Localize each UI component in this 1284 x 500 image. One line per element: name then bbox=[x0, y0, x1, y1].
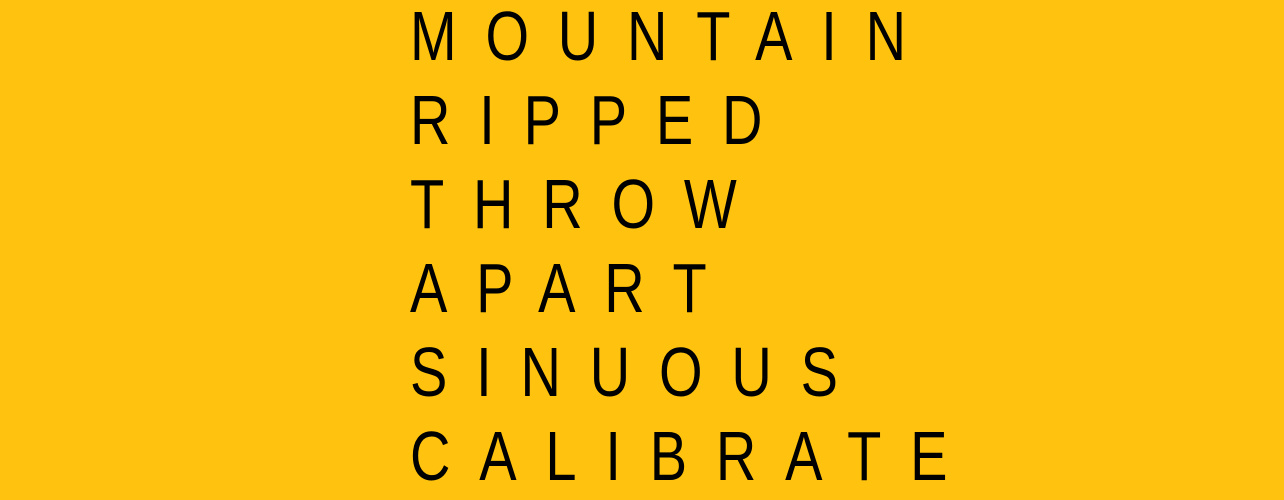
word-5: SINUOUS bbox=[410, 333, 867, 411]
word-1: MOUNTAIN bbox=[410, 0, 935, 75]
word-2: RIPPED bbox=[410, 81, 792, 159]
word-3: THROW bbox=[410, 165, 766, 243]
word-4: APART bbox=[410, 249, 736, 327]
word-6: CALIBRATE bbox=[410, 417, 977, 495]
